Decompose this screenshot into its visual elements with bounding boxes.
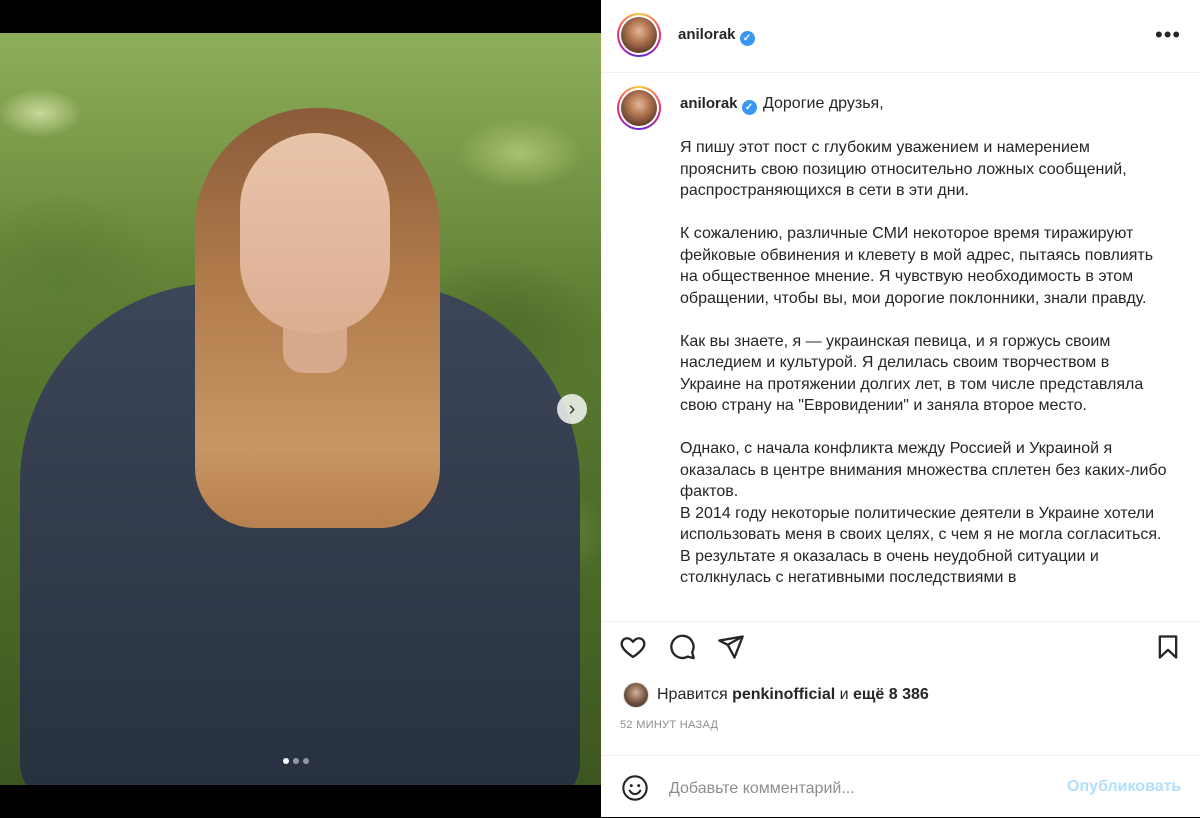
caption-paragraph: Однако, с начала конфликта между Россией… [680, 440, 1167, 500]
chevron-right-icon: › [568, 397, 576, 420]
send-icon [718, 635, 744, 659]
comment-button[interactable] [668, 633, 698, 663]
post-header: anilorak ✓ ••• [601, 0, 1200, 73]
caption-greeting: Дорогие друзья, [762, 95, 884, 112]
media-panel: › [0, 0, 601, 817]
publish-button[interactable]: Опубликовать [1067, 778, 1181, 796]
bookmark-icon [1158, 635, 1178, 659]
likes-summary: Нравится penkinofficial и ещё 8 386 [623, 682, 929, 708]
header-username[interactable]: anilorak ✓ [678, 26, 755, 46]
photo-face [240, 133, 390, 333]
post-photo[interactable] [0, 33, 601, 785]
carousel-dot [293, 758, 299, 764]
comment-icon [670, 634, 695, 660]
carousel-indicator [283, 758, 309, 764]
post-details-panel: anilorak ✓ ••• anilorak ✓ Дорогие друзья, … [601, 0, 1200, 817]
caption-paragraph: Как вы знаете, я — украинская певица, и … [680, 332, 1144, 415]
caption-avatar[interactable] [617, 86, 661, 130]
emoji-picker-button[interactable] [621, 774, 649, 802]
caption-paragraph: Я пишу этот пост с глубоким уважением и … [680, 139, 1127, 199]
caption-username[interactable]: anilorak [680, 95, 738, 112]
post-modal: › anilorak ✓ ••• anilorak ✓ Дорогие друзья [0, 0, 1200, 817]
likes-prefix: Нравится [657, 686, 728, 703]
caption-paragraph: В 2014 году некоторые политические деяте… [680, 504, 1162, 587]
comment-input[interactable] [667, 776, 1051, 802]
caption-area: anilorak ✓ Дорогие друзья, Я пишу этот по… [601, 73, 1200, 621]
caption-text: Я пишу этот пост с глубоким уважением и … [680, 137, 1170, 589]
carousel-dot-active [283, 758, 289, 764]
like-button[interactable] [619, 633, 649, 663]
likes-middle: и [839, 686, 849, 703]
verified-badge-icon: ✓ [739, 31, 755, 46]
action-bar [601, 621, 1200, 672]
liker-avatar[interactable] [623, 682, 649, 708]
share-button[interactable] [717, 633, 747, 663]
caption-header: anilorak ✓ Дорогие друзья, [680, 95, 884, 115]
avatar-image [621, 17, 657, 53]
avatar[interactable] [617, 13, 661, 57]
heart-icon [620, 637, 646, 659]
save-button[interactable] [1154, 633, 1184, 663]
comment-bar: Опубликовать [601, 755, 1200, 818]
verified-badge-icon: ✓ [741, 100, 757, 115]
liker-username[interactable]: penkinofficial [732, 686, 835, 704]
carousel-dot [303, 758, 309, 764]
caption-paragraph: К сожалению, различные СМИ некоторое вре… [680, 225, 1154, 307]
likes-count[interactable]: ещё 8 386 [853, 686, 929, 704]
avatar-image [621, 90, 657, 126]
post-timestamp[interactable]: 52 МИНУТ НАЗАД [620, 719, 718, 731]
smiley-icon [622, 775, 648, 801]
carousel-next-button[interactable]: › [557, 394, 587, 424]
more-options-icon[interactable]: ••• [1155, 22, 1181, 48]
